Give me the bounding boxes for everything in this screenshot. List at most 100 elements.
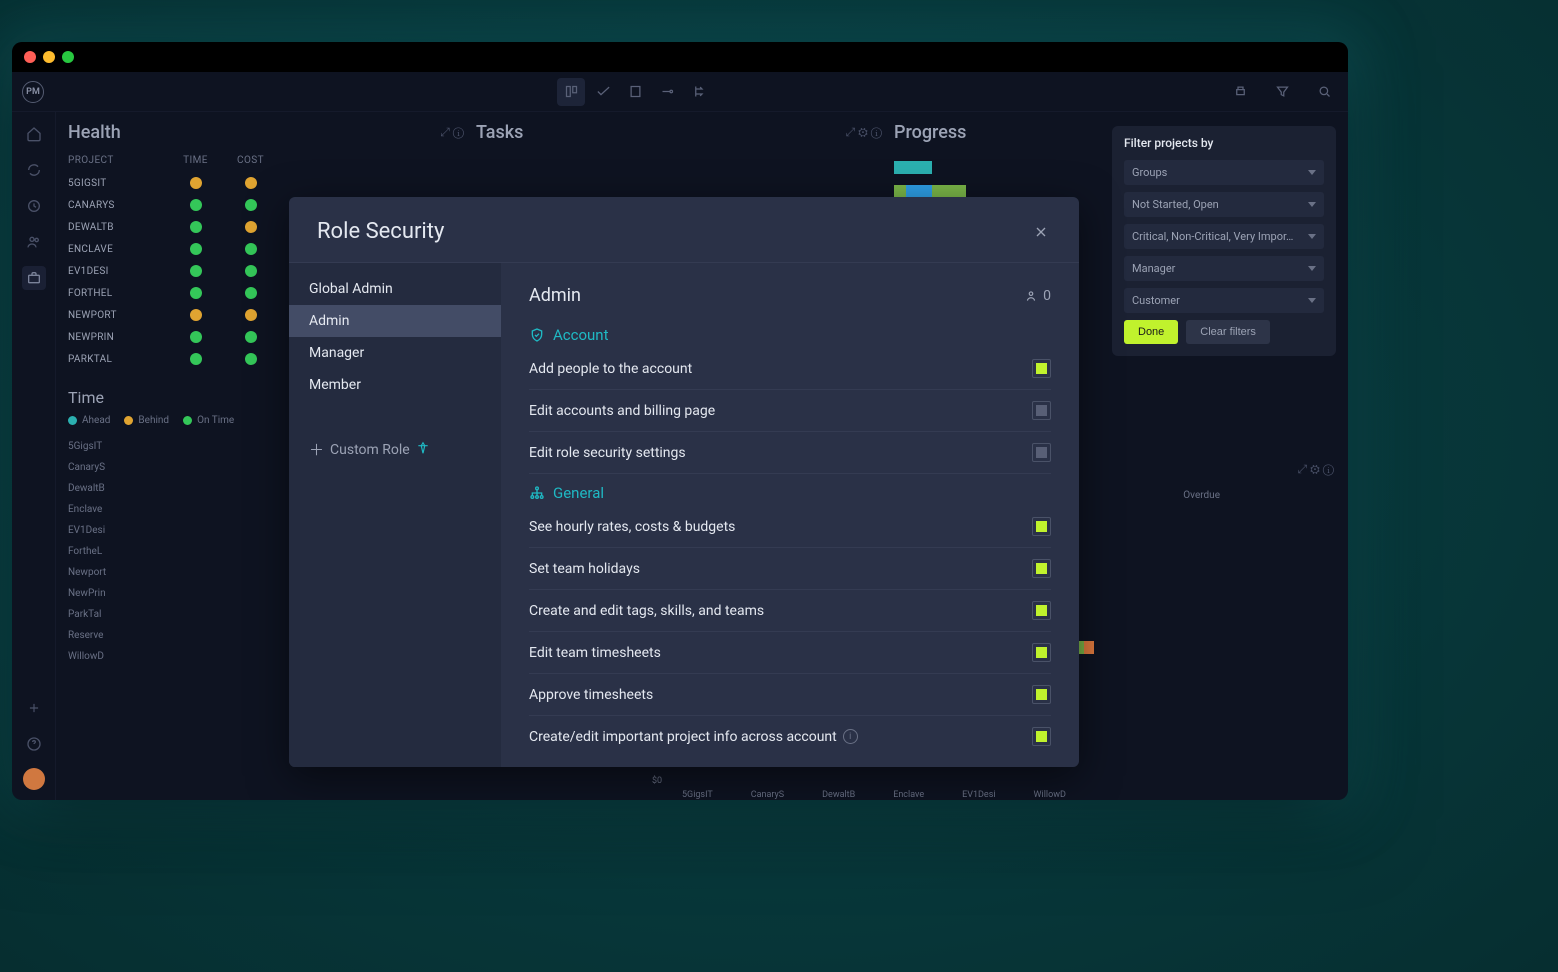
filter-clear-button[interactable]: Clear filters <box>1186 320 1270 344</box>
filter-select[interactable]: Customer <box>1124 288 1324 313</box>
gantt-segment <box>1084 641 1094 654</box>
health-panel-icons[interactable]: ⤢ ⓘ <box>440 125 464 140</box>
window-max-dot[interactable] <box>62 51 74 63</box>
gantt-segment <box>894 161 932 174</box>
permission-checkbox[interactable] <box>1032 401 1051 420</box>
time-project-name: Enclave <box>68 504 168 515</box>
shield-icon <box>529 327 545 343</box>
health-project-name: DEWALTB <box>68 222 168 233</box>
search-icon[interactable] <box>1310 78 1338 106</box>
permission-label: Set team holidays <box>529 561 640 577</box>
health-cost-dot <box>245 221 257 233</box>
rail-home-icon[interactable] <box>22 122 46 146</box>
health-time-dot <box>190 243 202 255</box>
custom-role-button[interactable]: ＋ Custom Role <box>289 431 501 468</box>
legend-dot <box>183 416 192 425</box>
topbar: PM <box>12 72 1348 112</box>
filter-icon[interactable] <box>1268 78 1296 106</box>
gantt-segment <box>932 185 966 198</box>
health-cost-dot <box>245 309 257 321</box>
time-project-name: NewPrin <box>68 588 168 599</box>
permission-label: Create/edit important project info acros… <box>529 729 837 745</box>
permission-row: Edit role security settings <box>529 432 1051 474</box>
role-item[interactable]: Manager <box>289 337 501 369</box>
legend-dot <box>68 416 77 425</box>
gantt-bar <box>894 161 932 174</box>
permission-checkbox[interactable] <box>1032 727 1051 746</box>
health-project-name: EV1DESI <box>68 266 168 277</box>
window-close-dot[interactable] <box>24 51 36 63</box>
permission-checkbox[interactable] <box>1032 601 1051 620</box>
role-item[interactable]: Admin <box>289 305 501 337</box>
health-project-name: CANARYS <box>68 200 168 211</box>
view-icon-2[interactable] <box>589 78 617 106</box>
filter-select[interactable]: Not Started, Open <box>1124 192 1324 217</box>
progress-legend-overdue: Overdue <box>1183 490 1220 501</box>
progress-panel-icons[interactable]: ⤢ ⚙ ⓘ <box>1298 462 1334 477</box>
health-col-project: PROJECT <box>68 155 168 166</box>
user-avatar[interactable] <box>23 768 45 790</box>
tasks-x-label: CanaryS <box>751 790 784 800</box>
rail-plus-icon[interactable] <box>22 696 46 720</box>
permission-checkbox[interactable] <box>1032 559 1051 578</box>
permission-checkbox[interactable] <box>1032 643 1051 662</box>
health-time-dot <box>190 353 202 365</box>
filter-heading: Filter projects by <box>1124 136 1324 150</box>
upgrade-icon <box>416 441 430 459</box>
health-time-dot <box>190 221 202 233</box>
health-project-name: NEWPRIN <box>68 332 168 343</box>
health-time-dot <box>190 265 202 277</box>
filter-select[interactable]: Critical, Non-Critical, Very Impor… <box>1124 224 1324 249</box>
tasks-panel-icons[interactable]: ⤢ ⚙ ⓘ <box>846 125 883 140</box>
app-logo[interactable]: PM <box>22 81 44 103</box>
modal-title: Role Security <box>317 219 444 244</box>
filter-select[interactable]: Manager <box>1124 256 1324 281</box>
health-time-dot <box>190 331 202 343</box>
permission-checkbox[interactable] <box>1032 359 1051 378</box>
health-row[interactable]: 5GIGSIT <box>64 172 464 194</box>
health-header-row: PROJECT TIME COST <box>64 151 464 172</box>
health-time-dot <box>190 309 202 321</box>
time-project-name: FortheL <box>68 546 168 557</box>
health-cost-dot <box>245 199 257 211</box>
permission-label: Edit team timesheets <box>529 645 661 661</box>
permission-checkbox[interactable] <box>1032 685 1051 704</box>
permission-label: Edit role security settings <box>529 445 686 461</box>
rail-refresh-icon[interactable] <box>22 158 46 182</box>
role-item[interactable]: Global Admin <box>289 273 501 305</box>
health-cost-dot <box>245 243 257 255</box>
permission-row: Add people to the account <box>529 348 1051 390</box>
window-min-dot[interactable] <box>43 51 55 63</box>
permission-checkbox[interactable] <box>1032 443 1051 462</box>
filter-done-button[interactable]: Done <box>1124 320 1178 344</box>
rail-help-icon[interactable] <box>22 732 46 756</box>
view-icon-3[interactable] <box>621 78 649 106</box>
tasks-x-label: 5GigsIT <box>682 790 713 800</box>
info-icon[interactable]: i <box>843 729 858 744</box>
filter-select[interactable]: Groups <box>1124 160 1324 185</box>
view-icon-4[interactable] <box>653 78 681 106</box>
time-project-name: Reserve <box>68 630 168 641</box>
permission-checkbox[interactable] <box>1032 517 1051 536</box>
permission-row: Edit accounts and billing page <box>529 390 1051 432</box>
print-icon[interactable] <box>1226 78 1254 106</box>
permission-label: Add people to the account <box>529 361 692 377</box>
time-project-name: Newport <box>68 567 168 578</box>
legend-item: Behind <box>124 415 169 426</box>
time-project-name: CanaryS <box>68 462 168 473</box>
permission-row: See hourly rates, costs & budgets <box>529 506 1051 548</box>
health-project-name: ENCLAVE <box>68 244 168 255</box>
view-icon-5[interactable] <box>685 78 713 106</box>
modal-main-header: Admin 0 <box>529 285 1051 306</box>
plus-icon: ＋ <box>309 439 324 460</box>
rail-briefcase-icon[interactable] <box>22 266 46 290</box>
tasks-x-label: DewaltB <box>822 790 855 800</box>
modal-sidebar: Global AdminAdminManagerMember ＋ Custom … <box>289 263 501 767</box>
gantt-bar <box>894 185 966 198</box>
role-item[interactable]: Member <box>289 369 501 401</box>
rail-clock-icon[interactable] <box>22 194 46 218</box>
rail-people-icon[interactable] <box>22 230 46 254</box>
view-icon-1[interactable] <box>557 78 585 106</box>
modal-close-button[interactable] <box>1031 222 1051 242</box>
legend-dot <box>124 416 133 425</box>
